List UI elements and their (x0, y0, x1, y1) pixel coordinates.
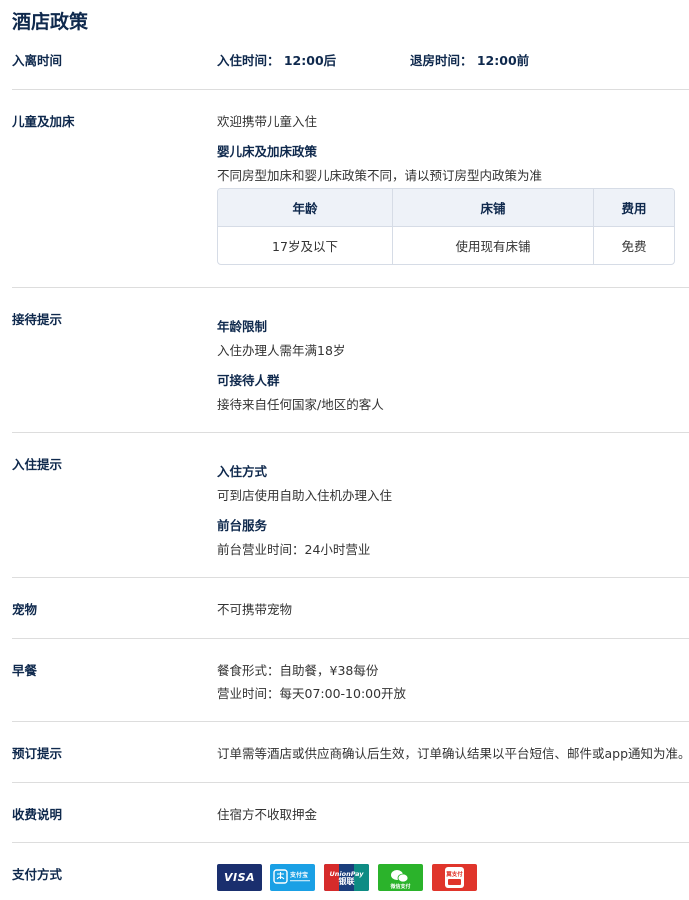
age-limit-text: 入住办理人需年满18岁 (217, 343, 346, 358)
children-welcome: 欢迎携带儿童入住 (217, 114, 318, 129)
checkout-time: 退房时间： 12:00前 (410, 53, 530, 68)
section-children: 儿童及加床 欢迎携带儿童入住 婴儿床及加床政策 不同房型加床和婴儿床政策不同，请… (12, 89, 689, 288)
alipay-icon: 支付宝 (270, 864, 315, 891)
wechat-logo: 微信支付 (389, 870, 411, 890)
section-reception: 接待提示 年龄限制 入住办理人需年满18岁 可接待人群 接待来自任何国家/地区的… (12, 287, 689, 433)
age-limit-title: 年龄限制 (217, 319, 268, 334)
visa-text: VISA (223, 871, 256, 884)
section-label: 儿童及加床 (12, 114, 75, 129)
crib-policy-title: 婴儿床及加床政策 (217, 144, 318, 159)
table-row: 17岁及以下 使用现有床铺 免费 (218, 227, 674, 264)
section-fees: 收费说明 住宿方不收取押金 (12, 782, 689, 843)
wechat-text: 微信支付 (389, 883, 410, 890)
front-desk-text: 前台营业时间：24小时营业 (217, 542, 371, 557)
page-title: 酒店政策 (12, 11, 89, 33)
section-label: 接待提示 (12, 312, 63, 327)
table-cell-fee: 免费 (621, 239, 647, 254)
checkin-method-text: 可到店使用自助入住机办理入住 (217, 488, 393, 503)
section-checkin-tips: 入住提示 入住方式 可到店使用自助入住机办理入住 前台服务 前台营业时间：24小… (12, 432, 689, 578)
table-header-age: 年龄 (218, 189, 393, 227)
unionpay-icon: UnionPay 银联 (324, 864, 369, 891)
visa-icon: VISA (217, 864, 262, 891)
bestpay-icon: 翼支付 (432, 864, 477, 891)
bestpay-text: 翼支付 (446, 870, 463, 878)
table-header-fee: 费用 (594, 189, 674, 227)
section-payment: 支付方式 VISA 支付宝 UnionPay 银联 微信支付 翼支付 (12, 842, 689, 900)
wechat-pay-icon: 微信支付 (378, 864, 423, 891)
table-header-bed: 床铺 (393, 189, 594, 227)
booking-text: 订单需等酒店或供应商确认后生效，订单确认结果以平台短信、邮件或app通知为准。 (217, 746, 689, 761)
checkin-time: 入住时间： 12:00后 (217, 53, 337, 68)
section-label: 入住提示 (12, 457, 63, 472)
section-pets: 宠物 不可携带宠物 (12, 577, 689, 639)
section-label: 入离时间 (12, 53, 63, 68)
guests-title: 可接待人群 (217, 373, 280, 388)
breakfast-style: 餐食形式：自助餐，¥38每份 (217, 663, 379, 678)
front-desk-title: 前台服务 (217, 518, 268, 533)
section-booking: 预订提示 订单需等酒店或供应商确认后生效，订单确认结果以平台短信、邮件或app通… (12, 721, 689, 783)
alipay-text: 支付宝 (289, 871, 308, 879)
section-checkin-time: 入离时间 入住时间： 12:00后 退房时间： 12:00前 (12, 40, 689, 90)
section-label: 收费说明 (12, 807, 63, 822)
section-label: 宠物 (12, 602, 38, 617)
section-label: 支付方式 (12, 867, 63, 882)
breakfast-hours: 营业时间：每天07:00-10:00开放 (217, 686, 407, 701)
section-breakfast: 早餐 餐食形式：自助餐，¥38每份 营业时间：每天07:00-10:00开放 (12, 638, 689, 722)
alipay-logo: 支付宝 (273, 869, 310, 884)
table-cell-age: 17岁及以下 (218, 227, 393, 264)
guests-text: 接待来自任何国家/地区的客人 (217, 397, 384, 412)
fees-text: 住宿方不收取押金 (217, 807, 318, 822)
section-label: 预订提示 (12, 746, 63, 761)
unionpay-cn-text: 银联 (338, 876, 355, 886)
bed-policy-table: 年龄 床铺 费用 17岁及以下 使用现有床铺 免费 (217, 188, 675, 265)
pets-text: 不可携带宠物 (217, 602, 293, 617)
crib-policy-desc: 不同房型加床和婴儿床政策不同，请以预订房型内政策为准 (217, 168, 543, 183)
table-cell-bed: 使用现有床铺 (393, 227, 594, 264)
bestpay-logo: 翼支付 (445, 867, 464, 888)
checkin-method-title: 入住方式 (217, 464, 268, 479)
section-label: 早餐 (12, 663, 38, 678)
